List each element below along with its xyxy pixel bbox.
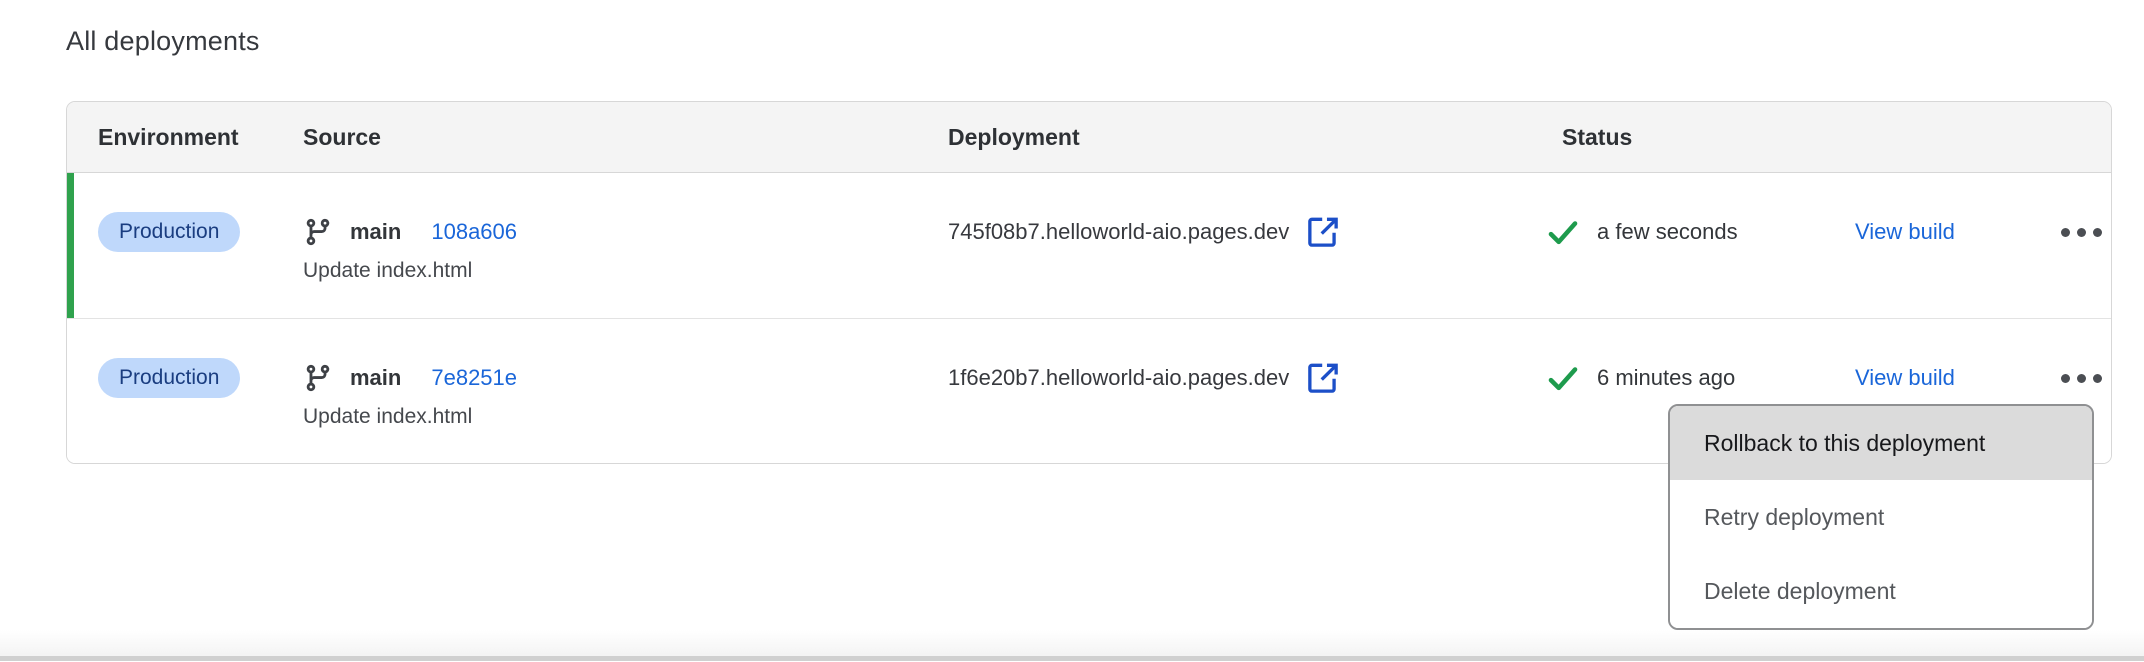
environment-badge: Production xyxy=(98,358,240,398)
commit-link[interactable]: 108a606 xyxy=(431,219,517,245)
view-build-link[interactable]: View build xyxy=(1855,219,1955,245)
deployment-url-text: 1f6e20b7.helloworld-aio.pages.dev xyxy=(948,365,1289,391)
column-header-deployment: Deployment xyxy=(948,124,1546,151)
status-time: 6 minutes ago xyxy=(1597,365,1735,391)
row-menu-cell xyxy=(2057,358,2111,398)
status-cell: 6 minutes ago xyxy=(1546,358,1855,398)
commit-message: Update index.html xyxy=(303,405,948,429)
source-cell: main 7e8251e Update index.html xyxy=(303,358,948,429)
view-build-cell: View build xyxy=(1855,358,2057,398)
deployment-context-menu: Rollback to this deployment Retry deploy… xyxy=(1668,404,2094,630)
deployment-url-link[interactable]: 1f6e20b7.helloworld-aio.pages.dev xyxy=(948,359,1342,397)
deployments-page: All deployments Environment Source Deplo… xyxy=(0,0,2144,662)
column-header-status: Status xyxy=(1546,124,1855,151)
deployment-cell: 745f08b7.helloworld-aio.pages.dev xyxy=(948,212,1546,252)
environment-cell: Production xyxy=(98,358,303,398)
source-cell: main 108a606 Update index.html xyxy=(303,212,948,283)
ellipsis-menu-icon[interactable] xyxy=(2057,218,2106,247)
success-check-icon xyxy=(1546,361,1580,395)
status-time: a few seconds xyxy=(1597,219,1738,245)
branch-name: main xyxy=(350,365,401,391)
ellipsis-menu-icon[interactable] xyxy=(2057,364,2106,393)
row-menu-cell xyxy=(2057,212,2111,252)
view-build-link[interactable]: View build xyxy=(1855,365,1955,391)
external-link-icon xyxy=(1304,213,1342,251)
menu-item-rollback[interactable]: Rollback to this deployment xyxy=(1670,406,2092,480)
git-branch-icon xyxy=(303,217,333,247)
git-branch-icon xyxy=(303,363,333,393)
commit-message: Update index.html xyxy=(303,259,948,283)
deployment-cell: 1f6e20b7.helloworld-aio.pages.dev xyxy=(948,358,1546,398)
commit-link[interactable]: 7e8251e xyxy=(431,365,517,391)
column-header-source: Source xyxy=(303,124,948,151)
bottom-fade xyxy=(0,630,2144,657)
view-build-cell: View build xyxy=(1855,212,2057,252)
environment-cell: Production xyxy=(98,212,303,252)
deployment-url-text: 745f08b7.helloworld-aio.pages.dev xyxy=(948,219,1289,245)
menu-item-delete[interactable]: Delete deployment xyxy=(1670,554,2092,628)
table-header-row: Environment Source Deployment Status xyxy=(67,102,2111,173)
branch-name: main xyxy=(350,219,401,245)
bottom-divider xyxy=(0,656,2144,661)
environment-badge: Production xyxy=(98,212,240,252)
success-check-icon xyxy=(1546,215,1580,249)
menu-item-retry[interactable]: Retry deployment xyxy=(1670,480,2092,554)
deployment-url-link[interactable]: 745f08b7.helloworld-aio.pages.dev xyxy=(948,213,1342,251)
page-title: All deployments xyxy=(66,26,260,57)
table-row-deployment-1: Production main 108a606 Update index.htm… xyxy=(67,173,2111,318)
status-cell: a few seconds xyxy=(1546,212,1855,252)
column-header-environment: Environment xyxy=(98,124,303,151)
external-link-icon xyxy=(1304,359,1342,397)
current-deployment-indicator xyxy=(67,173,74,318)
